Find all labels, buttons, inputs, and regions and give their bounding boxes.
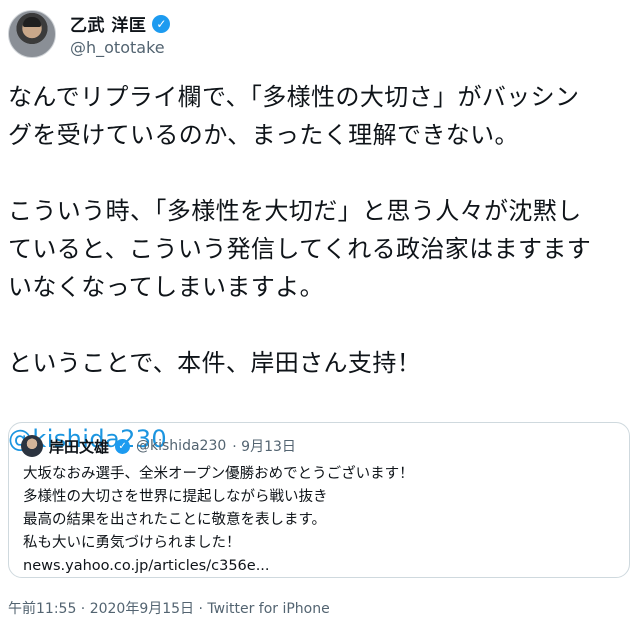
body-line: ていると、こういう発信してくれる政治家はますます — [8, 235, 592, 263]
quoted-author-avatar — [21, 435, 43, 457]
quoted-link[interactable]: news.yahoo.co.jp/articles/c356e... — [23, 555, 619, 578]
quoted-tweet-body: 大坂なおみ選手、全米オープン優勝おめでとうございます！ 多様性の大切さを世界に提… — [23, 463, 619, 578]
body-line: こういう時、「多様性を大切だ」と思う人々が沈黙し — [8, 197, 582, 225]
tweet-body: なんでリプライ欄で、「多様性の大切さ」がバッシン グを受けているのか、まったく理… — [8, 78, 632, 458]
quoted-author-name: 岸田文雄 — [49, 437, 110, 456]
author-display-name[interactable]: 乙武 洋匡 — [70, 11, 146, 36]
quoted-line: 最高の結果を出されたことに敬意を表します。 — [23, 512, 327, 528]
body-line: グを受けているのか、まったく理解できない。 — [8, 121, 519, 149]
author-avatar[interactable] — [8, 10, 56, 58]
quoted-line: 私も大いに勇気づけられました！ — [23, 535, 241, 551]
author-names: 乙武 洋匡 ✓ @h_ototake — [70, 11, 171, 57]
quoted-author-handle: @kishida230 — [136, 438, 227, 454]
author-name-row: 乙武 洋匡 ✓ — [70, 11, 171, 36]
quoted-line: 大坂なおみ選手、全米オープン優勝おめでとうございます！ — [23, 466, 414, 482]
body-line: いなくなってしまいますよ。 — [8, 273, 324, 301]
tweet-timestamp-source[interactable]: 午前11:55 · 2020年9月15日 · Twitter for iPhon… — [8, 598, 330, 618]
quoted-tweet[interactable]: 岸田文雄 ✓ @kishida230 · 9月13日 大坂なおみ選手、全米オープ… — [8, 422, 630, 578]
tweet-header: 乙武 洋匡 ✓ @h_ototake — [8, 6, 171, 62]
quoted-line: 多様性の大切さを世界に提起しながら戦い抜き — [23, 489, 328, 505]
quoted-tweet-date: · 9月13日 — [232, 439, 296, 455]
verified-badge-icon: ✓ — [152, 14, 171, 33]
tweet-card: 乙武 洋匡 ✓ @h_ototake なんでリプライ欄で、「多様性の大切さ」がバ… — [0, 0, 640, 631]
author-handle[interactable]: @h_ototake — [70, 38, 170, 57]
quoted-tweet-header: 岸田文雄 ✓ @kishida230 · 9月13日 — [21, 435, 296, 457]
body-line: ということで、本件、岸田さん支持！ — [8, 349, 422, 377]
quoted-verified-icon: ✓ — [115, 438, 131, 454]
body-line: なんでリプライ欄で、「多様性の大切さ」がバッシン — [8, 83, 580, 111]
